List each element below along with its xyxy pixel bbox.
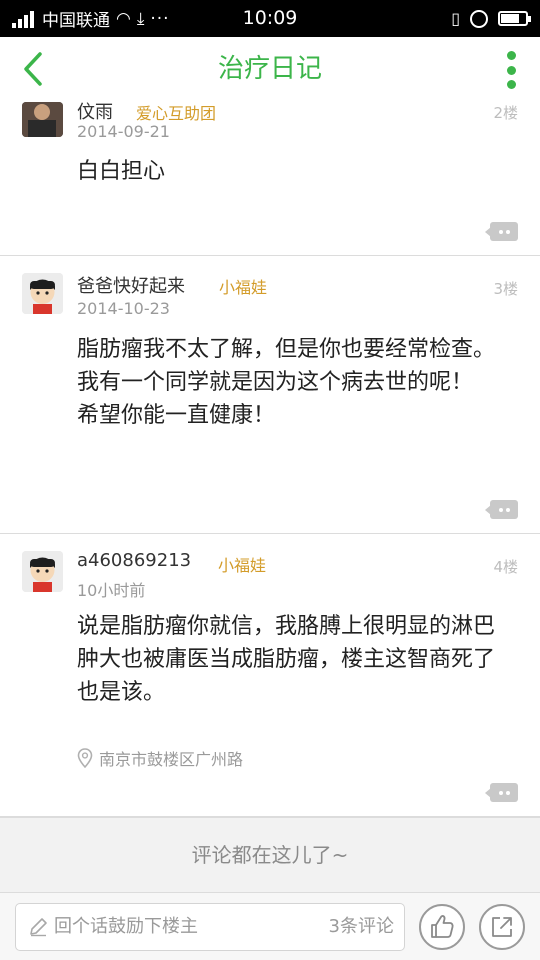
comment-item: a460869213 小福娃 4楼 10小时前 说是脂肪瘤你就信，我胳膊上很明显…: [0, 534, 540, 817]
floor-number: 4楼: [493, 558, 518, 576]
pencil-icon: [30, 918, 47, 937]
username[interactable]: 爸爸快好起来: [77, 272, 185, 298]
thumbs-up-icon: [431, 915, 454, 938]
end-of-comments-hint: 评论都在这儿了~: [0, 817, 540, 892]
comment-date: 2014-09-21: [77, 122, 170, 141]
floor-number: 2楼: [493, 104, 518, 122]
page-title: 治疗日记: [217, 54, 322, 84]
vibrate-icon: ▯: [451, 9, 460, 28]
share-icon: [492, 917, 512, 937]
bottom-bar: 回个话鼓励下楼主 3条评论: [0, 892, 540, 960]
floor-number: 3楼: [493, 280, 518, 298]
more-menu-icon[interactable]: [506, 51, 516, 89]
location-text: 南京市鼓楼区广州路: [99, 750, 244, 769]
comment-input-placeholder: 回个话鼓励下楼主: [54, 916, 198, 937]
avatar[interactable]: [22, 102, 63, 137]
comment-text: 脂肪瘤我不太了解，但是你也要经常检查。我有一个同学就是因为这个病去世的呢！ 希望…: [77, 337, 496, 428]
comment-count[interactable]: 3条评论: [329, 904, 394, 950]
comment-date: 10小时前: [77, 581, 146, 600]
alarm-icon: [470, 9, 488, 28]
comment-date: 2014-10-23: [77, 299, 170, 318]
user-badge: 爱心互助团: [136, 104, 217, 123]
comment-text: 白白担心: [77, 159, 166, 184]
user-badge: 小福娃: [219, 278, 268, 297]
username[interactable]: a460869213: [77, 550, 191, 571]
share-button[interactable]: [479, 904, 525, 950]
location-tag: 南京市鼓楼区广州路: [77, 746, 243, 770]
comment-item: 伩雨 爱心互助团 2楼 2014-09-21 白白担心: [0, 102, 540, 256]
avatar[interactable]: [22, 551, 63, 592]
comment-item: 爸爸快好起来 小福娃 3楼 2014-10-23 脂肪瘤我不太了解，但是你也要经…: [0, 256, 540, 534]
reply-icon[interactable]: [485, 222, 518, 241]
reply-icon[interactable]: [485, 500, 518, 519]
like-button[interactable]: [419, 904, 465, 950]
battery-icon: [498, 11, 531, 26]
user-badge: 小福娃: [218, 556, 267, 575]
username[interactable]: 伩雨: [77, 98, 113, 124]
location-pin-icon: [77, 748, 93, 768]
comment-text: 说是脂肪瘤你就信，我胳膊上很明显的淋巴肿大也被庸医当成脂肪瘤，楼主这智商死了也是…: [77, 614, 496, 705]
nav-bar: 治疗日记: [0, 37, 540, 102]
comment-input[interactable]: 回个话鼓励下楼主 3条评论: [15, 903, 405, 951]
avatar[interactable]: [22, 273, 63, 314]
reply-icon[interactable]: [485, 783, 518, 802]
status-bar: 中国联通 ◠ ⤓ ··· 10:09 ▯: [0, 0, 540, 37]
